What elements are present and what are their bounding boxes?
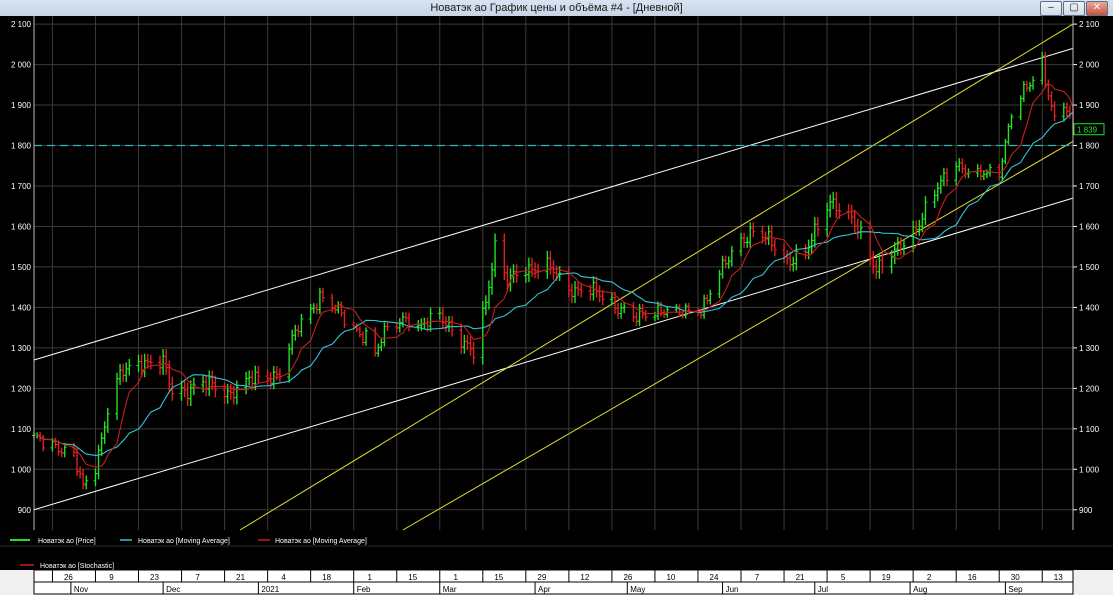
y-tick-label-right: 1 500 xyxy=(1079,263,1100,272)
y-tick-label-right: 1 100 xyxy=(1079,425,1100,434)
day-tick-label: 1 xyxy=(454,573,459,582)
month-tick-label: 2021 xyxy=(261,585,279,594)
restore-button[interactable]: ▢ xyxy=(1063,1,1085,16)
y-tick-label-left: 900 xyxy=(18,506,32,515)
day-tick-label: 19 xyxy=(882,573,891,582)
month-tick-label: Jul xyxy=(818,585,828,594)
y-tick-label-right: 1 400 xyxy=(1079,303,1100,312)
y-tick-label-right: 1 200 xyxy=(1079,384,1100,393)
y-tick-label-left: 1 200 xyxy=(11,384,32,393)
y-tick-label-left: 1 800 xyxy=(11,142,32,151)
day-tick-label: 16 xyxy=(968,573,977,582)
y-tick-label-right: 1 800 xyxy=(1079,142,1100,151)
day-tick-label: 10 xyxy=(666,573,675,582)
day-tick-label: 12 xyxy=(580,573,589,582)
legend-ma-slow: Новатэк ао [Moving Average] xyxy=(138,538,230,545)
chart-background xyxy=(0,16,1113,570)
y-tick-label-right: 1 900 xyxy=(1079,101,1100,110)
y-tick-label-left: 1 400 xyxy=(11,303,32,312)
y-tick-label-left: 1 700 xyxy=(11,182,32,191)
month-tick-label: Mar xyxy=(443,585,457,594)
price-chart[interactable]: 900 900 1 000 1 000 1 100 1 100 1 200 1 200 1 30… xyxy=(0,16,1113,570)
y-tick-label-left: 2 000 xyxy=(11,61,32,70)
y-tick-label-left: 1 900 xyxy=(11,101,32,110)
y-tick-label-left: 1 000 xyxy=(11,465,32,474)
month-tick-label: Nov xyxy=(74,585,88,594)
day-tick-label: 21 xyxy=(236,573,245,582)
y-tick-label-left: 1 100 xyxy=(11,425,32,434)
day-tick-label: 7 xyxy=(195,573,200,582)
month-tick-label: May xyxy=(630,585,645,594)
month-tick-label: Dec xyxy=(166,585,180,594)
legend: Новатэк ао [Price] Новатэк ао [Moving Av… xyxy=(10,538,367,545)
date-axis: 26 9 23 7 21 4 18 1 15 1 15 29 12 26 10 24 7 21 5 19 2 16 30 13… xyxy=(33,569,1074,595)
day-tick-label: 15 xyxy=(494,573,503,582)
y-tick-label-left: 1 300 xyxy=(11,344,32,353)
window-title: Новатэк ао График цены и объёма #4 - [Дн… xyxy=(430,2,683,14)
y-tick-label-right: 1 600 xyxy=(1079,222,1100,231)
y-tick-label-left: 2 100 xyxy=(11,20,32,29)
minimize-button[interactable]: – xyxy=(1040,1,1062,16)
day-tick-label: 29 xyxy=(537,573,546,582)
day-tick-label: 21 xyxy=(796,573,805,582)
last-price-label: 1 839 xyxy=(1077,126,1098,135)
close-button[interactable]: ✕ xyxy=(1086,1,1108,16)
day-tick-label: 23 xyxy=(150,573,159,582)
day-tick-label: 7 xyxy=(755,573,760,582)
month-tick-label: Feb xyxy=(357,585,371,594)
y-tick-label-right: 1 700 xyxy=(1079,182,1100,191)
y-tick-label-left: 1 500 xyxy=(11,263,32,272)
day-tick-label: 18 xyxy=(322,573,331,582)
y-tick-label-left: 1 600 xyxy=(11,222,32,231)
month-tick-label: Aug xyxy=(913,585,927,594)
day-tick-label: 15 xyxy=(408,573,417,582)
y-tick-label-right: 2 100 xyxy=(1079,20,1100,29)
day-tick-label: 2 xyxy=(927,573,932,582)
title-bar: Новатэк ао График цены и объёма #4 - [Дн… xyxy=(0,0,1113,17)
day-tick-label: 4 xyxy=(281,573,286,582)
date-axis-bar: 26 9 23 7 21 4 18 1 15 1 15 29 12 26 10 24 7 21 5 19 2 16 30 13… xyxy=(0,569,1113,595)
legend-ma-fast: Новатэк ао [Moving Average] xyxy=(275,538,367,545)
month-tick-label: Sep xyxy=(1008,585,1023,594)
day-tick-label: 30 xyxy=(1011,573,1020,582)
day-tick-label: 9 xyxy=(109,573,114,582)
y-tick-label-right: 900 xyxy=(1079,506,1093,515)
day-tick-label: 24 xyxy=(710,573,719,582)
y-tick-label-right: 2 000 xyxy=(1079,61,1100,70)
y-tick-label-right: 1 000 xyxy=(1079,465,1100,474)
day-tick-label: 1 xyxy=(367,573,372,582)
y-tick-label-right: 1 300 xyxy=(1079,344,1100,353)
month-tick-label: Jun xyxy=(726,585,739,594)
month-tick-label: Apr xyxy=(538,585,551,594)
day-tick-label: 5 xyxy=(841,573,846,582)
stochastic-label: Новатэк ао [Stochastic] xyxy=(40,563,114,570)
day-tick-label: 26 xyxy=(64,573,73,582)
day-tick-label: 13 xyxy=(1054,573,1063,582)
day-tick-label: 26 xyxy=(623,573,632,582)
legend-price: Новатэк ао [Price] xyxy=(38,538,96,545)
